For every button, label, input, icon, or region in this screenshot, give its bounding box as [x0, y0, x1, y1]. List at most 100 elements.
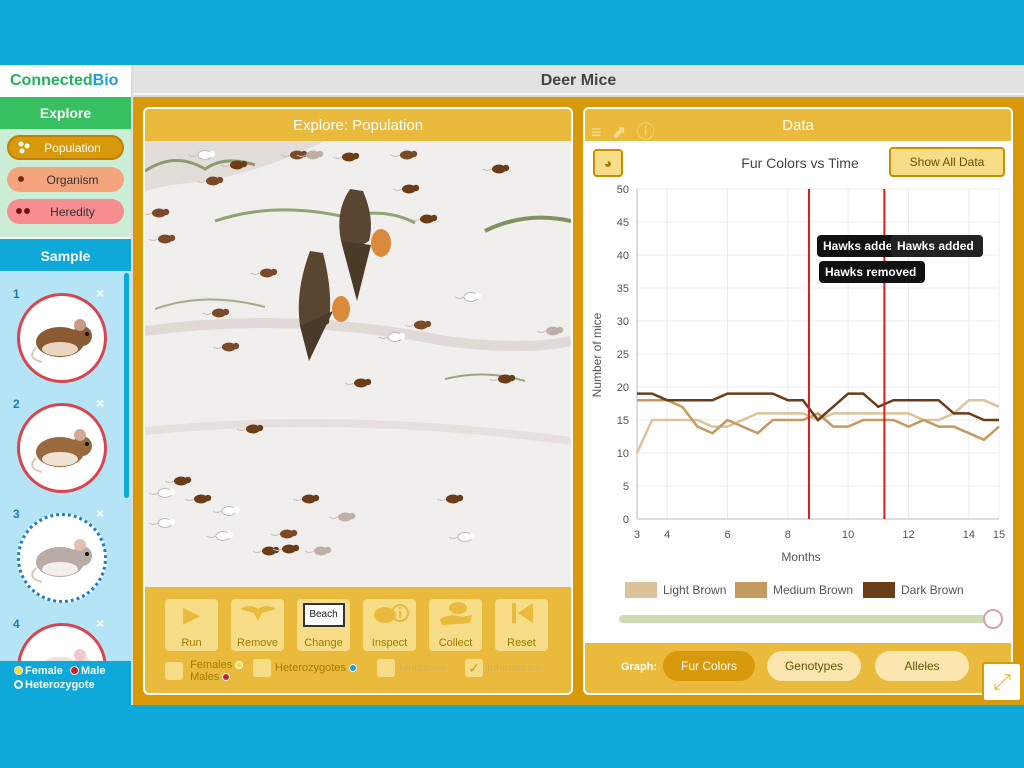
annotation-hawks-removed: Hawks removed: [819, 261, 925, 283]
nav-heredity-label: Heredity: [50, 204, 95, 219]
legend-female: Female: [25, 665, 63, 677]
x-tick-label: 8: [785, 529, 791, 541]
nav-population-label: Population: [44, 140, 101, 155]
nav-organism-button[interactable]: Organism: [7, 167, 124, 192]
sample-mouse-brown[interactable]: [17, 403, 107, 493]
sample-slot-3[interactable]: 3 ×: [0, 499, 122, 607]
sample-list[interactable]: 1 × 2 × 3 × 4 ×: [0, 271, 131, 663]
graph-genotypes-button[interactable]: Genotypes: [767, 651, 861, 681]
sort-icon[interactable]: ≡: [591, 122, 612, 142]
population-dots-icon: [17, 140, 37, 156]
nav-heredity-button[interactable]: Heredity: [7, 199, 124, 224]
collect-button[interactable]: Collect: [429, 599, 482, 651]
x-tick-label: 10: [842, 529, 854, 541]
graph-alleles-button[interactable]: Alleles: [875, 651, 969, 681]
time-slider-handle[interactable]: [983, 609, 1003, 629]
expand-icon: ⤢: [993, 669, 1011, 694]
reset-button[interactable]: Reset: [495, 599, 548, 651]
sample-heading: Sample: [0, 239, 131, 271]
y-tick-label: 20: [617, 382, 629, 394]
y-tick-label: 30: [617, 316, 629, 328]
sample-mouse-light-selected[interactable]: [17, 513, 107, 603]
svg-text:Hawks removed: Hawks removed: [825, 265, 916, 279]
time-slider[interactable]: [619, 609, 1003, 629]
x-axis-label: Months: [781, 550, 820, 564]
inspect-button[interactable]: Inspect: [363, 599, 416, 651]
connectedbio-logo: ConnectedBio: [0, 65, 131, 97]
collect-hand-icon: [429, 599, 482, 636]
graph-fur-colors-button[interactable]: Fur Colors: [663, 651, 755, 681]
x-tick-label: 3: [634, 529, 640, 541]
change-environment-button[interactable]: Beach Change: [297, 599, 350, 651]
heterozygotes-toggle[interactable]: Heterozygotes: [253, 659, 359, 677]
trend-chart-icon[interactable]: ⬈: [612, 122, 637, 142]
y-tick-label: 0: [623, 514, 629, 526]
inheritance-toggle[interactable]: ✓ Inheritance: [465, 659, 541, 677]
male-dot-icon: [69, 666, 79, 675]
x-tick-label: 6: [724, 529, 730, 541]
nav-organism-label: Organism: [46, 172, 99, 187]
y-tick-label: 40: [617, 250, 629, 262]
sample-slot-4[interactable]: 4 ×: [0, 609, 122, 663]
fur-colors-chart: 0 5 10 15 20 25 30 35 40 45 50 3 4 6 8 10 12 14 15 Number …: [590, 184, 1005, 629]
graph-selector: Graph: Fur Colors Genotypes Alleles: [585, 643, 1011, 693]
heredity-dots-icon: [15, 204, 35, 220]
annotation-hawks-added-2: Hawks added: [891, 235, 983, 257]
reset-icon: [495, 599, 548, 636]
x-tick-label: 4: [664, 529, 670, 541]
checkbox[interactable]: [377, 659, 395, 677]
y-tick-label: 25: [617, 349, 629, 361]
legend-label: Light Brown: [663, 583, 726, 597]
chart-area: ◕ Fur Colors vs Time Show All Data 0 5 10 1…: [585, 141, 1011, 643]
legend-heterozygote: Heterozygote: [25, 679, 95, 691]
sample-mouse-brown[interactable]: [17, 293, 107, 383]
svg-text:Hawks added: Hawks added: [897, 239, 974, 253]
info-icon[interactable]: ⓘ: [637, 122, 665, 142]
graph-label: Graph:: [621, 661, 658, 673]
mutations-toggle[interactable]: Mutations: [377, 659, 447, 677]
y-tick-label: 5: [623, 481, 629, 493]
play-icon: ▶: [183, 602, 200, 627]
checkbox-checked[interactable]: ✓: [465, 659, 483, 677]
sample-number: 2: [13, 397, 20, 411]
explore-heading: Explore: [0, 97, 131, 129]
y-tick-label: 50: [617, 184, 629, 196]
sample-mouse-white[interactable]: [17, 623, 107, 663]
data-panel-title: Data: [782, 117, 814, 134]
heterozygote-ring-icon: [14, 680, 23, 689]
population-field[interactable]: [145, 141, 571, 587]
legend-swatch: [863, 582, 895, 598]
sex-legend: Female Male Heterozygote: [0, 661, 131, 705]
inspect-icon: [363, 599, 416, 636]
nav-population-button[interactable]: Population: [7, 135, 124, 160]
population-toolbar: ▶ Run Remove Beach Change Inspect Collec…: [145, 587, 571, 693]
females-males-toggle[interactable]: Females Males: [165, 659, 245, 683]
legend-swatch: [625, 582, 657, 598]
hawk-silhouette-icon: [231, 599, 284, 634]
x-tick-label: 12: [902, 529, 914, 541]
sample-slot-2[interactable]: 2 ×: [0, 389, 122, 497]
male-dot-icon: [222, 673, 231, 681]
y-axis-label: Number of mice: [590, 312, 604, 397]
sidebar: Explore Population Organism Heredity Sam…: [0, 97, 131, 705]
x-tick-label: 15: [993, 529, 1005, 541]
page-title: Deer Mice: [133, 65, 1024, 95]
beach-environment[interactable]: [145, 141, 571, 587]
organism-dot-icon: [15, 172, 35, 188]
run-button[interactable]: ▶ Run: [165, 599, 218, 651]
remove-hawks-button[interactable]: Remove: [231, 599, 284, 651]
sample-scrollbar[interactable]: [124, 273, 129, 498]
female-dot-icon: [14, 666, 23, 675]
sample-number: 4: [13, 617, 20, 631]
population-panel: Explore: Population ▶ Run Remove Beach C…: [143, 107, 573, 695]
expand-fullscreen-button[interactable]: ⤢: [982, 662, 1022, 702]
legend-label: Dark Brown: [901, 583, 964, 597]
checkbox[interactable]: [253, 659, 271, 677]
data-panel-header: ≡⬈ⓘ Data: [585, 109, 1011, 142]
data-panel: ≡⬈ⓘ Data ◕ Fur Colors vs Time Show All D…: [583, 107, 1013, 695]
sample-slot-1[interactable]: 1 ×: [0, 279, 122, 387]
legend-male: Male: [80, 665, 106, 677]
sample-number: 1: [13, 287, 20, 301]
explore-nav: Population Organism Heredity: [0, 129, 131, 237]
checkbox[interactable]: [165, 662, 183, 680]
